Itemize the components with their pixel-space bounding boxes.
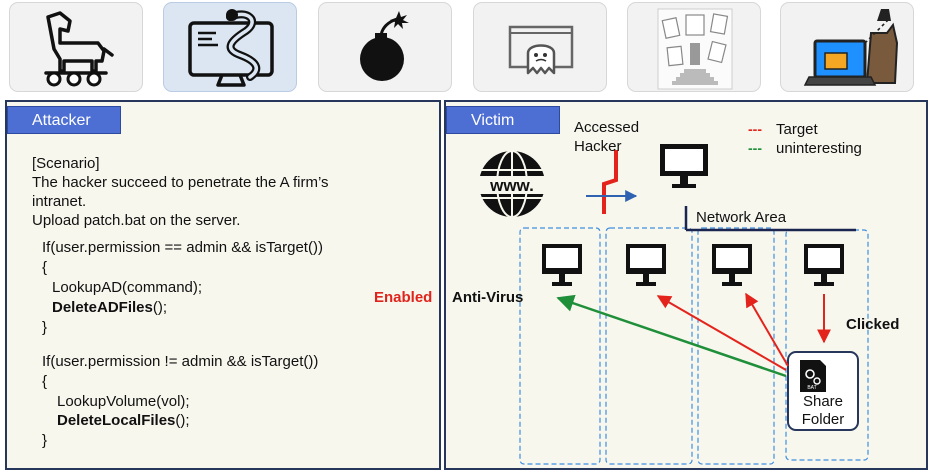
antivirus-label: Anti-Virus: [452, 289, 524, 306]
workstation-monitor-icon: [804, 244, 844, 286]
worm-monitor-tile[interactable]: [163, 2, 297, 92]
document-stairs-tile[interactable]: [627, 2, 761, 92]
clicked-label: Clicked: [846, 316, 900, 333]
victim-panel: www. BAT Share Folder Victim Accessed Ha…: [444, 100, 928, 470]
call-parens: ();: [152, 299, 168, 316]
hacker-laptop-tile[interactable]: [780, 2, 914, 92]
workstation-monitor-icon: [542, 244, 582, 286]
hacker-laptop-icon: [803, 9, 899, 86]
enabled-label: Enabled: [374, 289, 433, 306]
code-brace-close: }: [42, 319, 48, 336]
lookup-ad-call: LookupAD(command);: [52, 279, 203, 296]
code-brace-open: {: [42, 259, 48, 276]
scenario-line: intranet.: [32, 193, 87, 210]
document-stairs-icon: [657, 8, 733, 90]
share-folder-label-1: Share: [803, 393, 843, 410]
code-brace-close: }: [42, 432, 48, 449]
ghost-screen-tile[interactable]: [473, 2, 607, 92]
www-globe-icon: www.: [476, 150, 548, 218]
bat-label: BAT: [807, 385, 816, 391]
delete-local-files-call: DeleteLocalFiles();: [57, 411, 190, 430]
share-folder[interactable]: BAT Share Folder: [787, 351, 859, 431]
delete-local-files-name: DeleteLocalFiles: [57, 412, 176, 429]
server-monitor-icon: [660, 144, 708, 188]
attacker-tag: Attacker: [7, 106, 121, 134]
ghost-screen-icon: [508, 25, 574, 75]
accessed-label: Accessed: [574, 119, 640, 136]
workstation-monitor-icon: [712, 244, 752, 286]
lookup-volume-call: LookupVolume(vol);: [57, 393, 190, 410]
uninteresting-arrow: [556, 294, 787, 378]
legend-uninteresting-label: uninteresting: [776, 140, 862, 157]
scenario-line: The hacker succeed to penetrate the A fi…: [32, 174, 329, 191]
trojan-horse-icon: [44, 11, 114, 87]
admin-condition: If(user.permission == admin && isTarget(…: [42, 239, 323, 256]
scenario-line: Upload patch.bat on the server.: [32, 212, 241, 229]
delete-ad-files-call: DeleteADFiles();: [52, 298, 167, 317]
bomb-tile[interactable]: [318, 2, 452, 92]
scenario-heading: [Scenario]: [32, 155, 100, 172]
share-folder-label-2: Folder: [802, 411, 845, 428]
delete-ad-files-name: DeleteADFiles: [52, 299, 153, 316]
workstation-monitor-icon: [626, 244, 666, 286]
code-brace-open: {: [42, 373, 48, 390]
call-parens: ();: [175, 412, 190, 429]
bomb-icon: [360, 11, 409, 81]
trojan-horse-tile[interactable]: [9, 2, 143, 92]
legend-target-label: Target: [776, 121, 818, 138]
target-arrow: [656, 295, 787, 371]
hacker-link: [602, 150, 618, 214]
target-arrow: [745, 292, 789, 367]
attacker-panel: Attacker [Scenario] The hacker succeed t…: [5, 100, 441, 470]
hacker-label: Hacker: [574, 138, 622, 155]
legend-uninteresting-dash: ---: [748, 140, 762, 156]
network-area-label: Network Area: [696, 209, 787, 226]
non-admin-condition: If(user.permission != admin && isTarget(…: [42, 353, 319, 370]
worm-monitor-icon: [188, 9, 274, 87]
victim-tag: Victim: [446, 106, 560, 134]
legend-target-dash: ---: [748, 121, 762, 137]
www-label: www.: [489, 176, 534, 195]
